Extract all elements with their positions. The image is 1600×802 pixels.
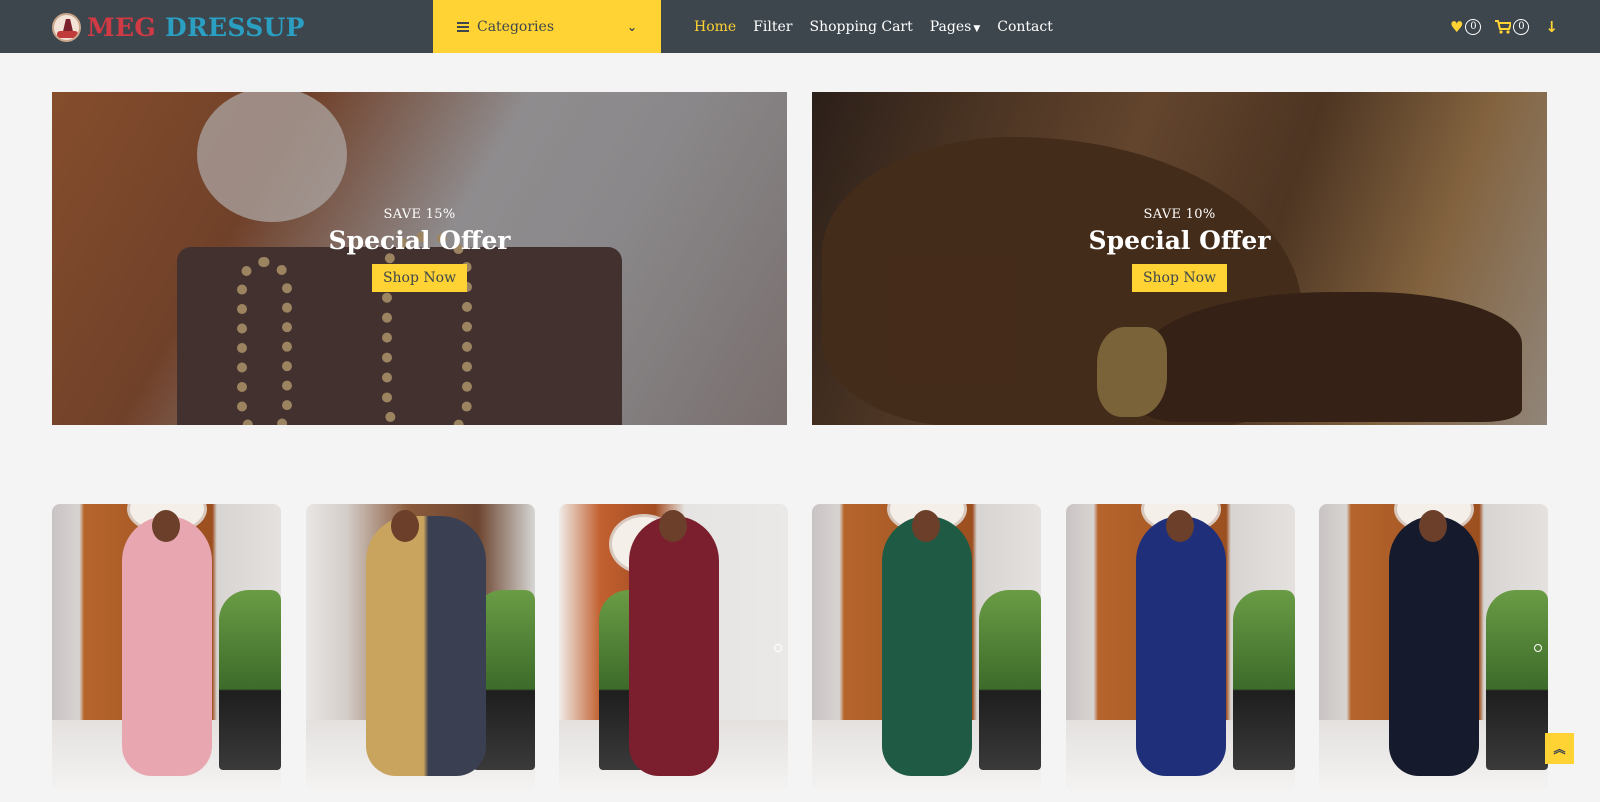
offer-title: Special Offer [328,226,511,255]
wishlist-count-badge: 0 [1465,18,1482,35]
shop-now-button[interactable]: Shop Now [371,264,468,292]
heart-icon: ♥ [1449,17,1464,36]
categories-label: Categories [477,18,554,35]
offer-banner-1: SAVE 15% Special Offer Shop Now [52,92,787,425]
back-to-top-button[interactable]: ︽ [1545,733,1574,764]
product-card-1[interactable] [52,504,281,790]
product-card-3[interactable] [559,504,788,790]
offer-discount-text: SAVE 15% [383,207,456,222]
offer-banner-2: SAVE 10% Special Offer Shop Now [812,92,1547,425]
cart-button[interactable]: 0 [1495,18,1530,35]
arrow-down-icon: ↓ [1545,17,1558,36]
nav-link-contact[interactable]: Contact [997,19,1053,35]
chevron-down-icon: ⌄ [626,19,637,34]
shopping-cart-icon [1495,19,1512,34]
offer-discount-text: SAVE 10% [1143,207,1216,222]
wishlist-button[interactable]: ♥ 0 [1449,17,1482,36]
product-card-6[interactable] [1319,504,1548,790]
carousel-dot-icon[interactable] [774,644,782,652]
shop-now-button[interactable]: Shop Now [1131,264,1228,292]
menu-bars-icon [457,21,469,32]
double-chevron-up-icon: ︽ [1553,742,1566,756]
offer-content: SAVE 15% Special Offer Shop Now [52,207,787,292]
offer-content: SAVE 10% Special Offer Shop Now [812,207,1547,292]
nav-link-shopping-cart[interactable]: Shopping Cart [809,19,912,35]
product-image [1389,516,1479,776]
brand-logo-image [52,12,81,42]
nav-link-pages-label: Pages [929,18,972,35]
brand-word-meg: MEG [87,12,156,42]
product-image [122,516,212,776]
brand-logo-link[interactable]: MEG DRESSUP [52,12,305,42]
product-card-4[interactable] [812,504,1041,790]
top-navbar: MEG DRESSUP Categories ⌄ Home Filter Shop… [0,0,1600,53]
chevron-down-icon: ▼ [973,23,981,34]
brand-name: MEG DRESSUP [87,13,305,42]
nav-link-home[interactable]: Home [694,19,736,35]
categories-dropdown[interactable]: Categories ⌄ [433,0,661,53]
nav-link-filter[interactable]: Filter [753,19,792,35]
main-nav: Home Filter Shopping Cart Pages ▼ Contact [694,0,1070,53]
carousel-dot-icon[interactable] [1534,644,1542,652]
product-card-2[interactable] [306,504,535,790]
download-button[interactable]: ↓ [1545,18,1558,36]
product-image [1136,516,1226,776]
product-image [882,516,972,776]
product-image [366,516,486,776]
offer-title: Special Offer [1088,226,1271,255]
brand-word-dressup: DRESSUP [164,12,305,42]
nav-icon-group: ♥ 0 0 ↓ [1436,0,1558,53]
product-image [629,516,719,776]
product-card-5[interactable] [1066,504,1295,790]
nav-link-pages-dropdown[interactable]: Pages ▼ [930,19,981,35]
cart-count-badge: 0 [1513,18,1530,35]
